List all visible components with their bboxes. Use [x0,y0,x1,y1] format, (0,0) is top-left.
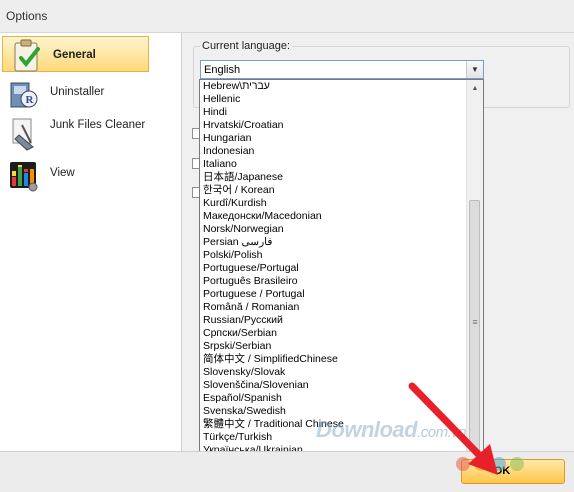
language-select-value: English [204,64,241,76]
scroll-up-icon[interactable]: ▲ [467,80,483,97]
sidebar-item-label: View [50,167,75,179]
language-option[interactable]: Hindi [200,106,467,119]
language-option[interactable]: 日本語/Japanese [200,171,467,184]
equalizer-icon [10,162,38,192]
language-option[interactable]: Persian فارسی [200,236,467,249]
language-option[interactable]: Indonesian [200,145,467,158]
language-option[interactable]: Hellenic [200,93,467,106]
sidebar-item-label: Junk Files Cleaner [50,119,146,131]
language-option[interactable]: Srpski/Serbian [200,340,467,353]
title-bar: Options [0,0,574,33]
language-option[interactable]: Kurdî/Kurdish [200,197,467,210]
grip-icon: ≡ [472,317,478,327]
red-pointer-arrow-icon [408,382,498,475]
sidebar-item-view[interactable]: View [0,157,181,197]
language-option[interactable]: Македонски/Macedonian [200,210,467,223]
language-select[interactable]: English ▼ [200,60,484,79]
language-option[interactable]: Hebrew\עברית [200,80,467,93]
language-option[interactable]: Hungarian [200,132,467,145]
language-option[interactable]: 한국어 / Korean [200,184,467,197]
language-option[interactable]: Portuguese / Portugal [200,288,467,301]
language-option[interactable]: Português Brasileiro [200,275,467,288]
uninstaller-icon: R [10,82,38,108]
sidebar-item-label: General [53,49,96,61]
language-option[interactable]: Polski/Polish [200,249,467,262]
language-option[interactable]: Portuguese/Portugal [200,262,467,275]
language-option[interactable]: Српски/Serbian [200,327,467,340]
svg-text:R: R [26,94,35,106]
broom-icon [12,118,34,151]
language-group-label: Current language: [200,40,293,52]
watermark-dot [510,457,524,471]
sidebar-item-uninstaller[interactable]: R Uninstaller [0,75,181,115]
language-option[interactable]: Hrvatski/Croatian [200,119,467,132]
sidebar-item-junk-files-cleaner[interactable]: Junk Files Cleaner [0,115,181,157]
chevron-down-icon[interactable]: ▼ [466,61,483,78]
sidebar-item-general[interactable]: General [2,36,149,72]
language-option[interactable]: Russian/Русский [200,314,467,327]
language-option[interactable]: Română / Romanian [200,301,467,314]
clipboard-check-icon [14,39,40,72]
window-title: Options [6,9,48,23]
sidebar-item-label: Uninstaller [50,86,105,98]
sidebar: General R Uninstaller Junk Files Cleaner… [0,33,182,451]
language-option[interactable]: Norsk/Norwegian [200,223,467,236]
language-option[interactable]: 简体中文 / SimplifiedChinese [200,353,467,366]
language-option[interactable]: Italiano [200,158,467,171]
